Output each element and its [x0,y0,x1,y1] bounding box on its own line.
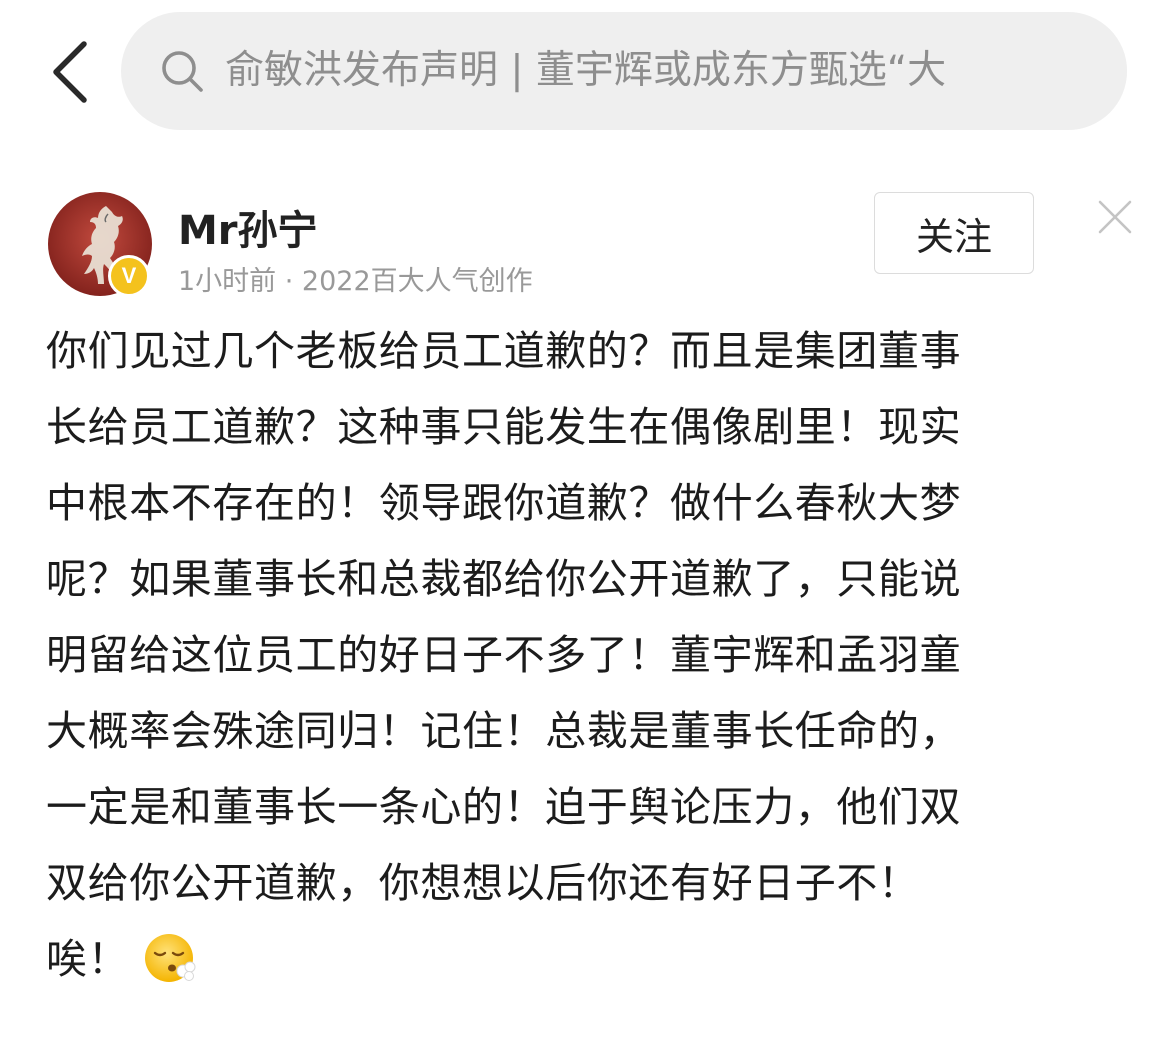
close-button[interactable] [1094,196,1136,238]
verified-badge: V [108,255,150,297]
exhaling-face-emoji-icon [145,934,196,982]
post-text-line: 一定是和董事长一条心的！迫于舆论压力，他们双 [46,783,962,831]
post-text-line: 呢？如果董事长和总裁都给你公开道歉了，只能说 [46,555,962,603]
post-text-line: 双给你公开道歉，你想想以后你还有好日子不！ [46,859,920,907]
meta-fade-overlay [540,256,910,296]
post-body: 你们见过几个老板给员工道歉的？而且是集团董事 长给员工道歉？这种事只能发生在偶像… [46,313,1136,997]
close-icon [1098,200,1132,234]
post-text-line: 你们见过几个老板给员工道歉的？而且是集团董事 [46,327,962,375]
back-button[interactable] [40,34,100,110]
post-text-last-line: 唉！ [46,921,1136,997]
post-text-line: 大概率会殊途同归！记住！总裁是董事长任命的， [46,707,962,755]
follow-button[interactable]: 关注 [874,192,1034,274]
search-fade [1037,12,1127,130]
post-text-line: 唉！ [46,935,130,983]
post-text-line: 长给员工道歉？这种事只能发生在偶像剧里！现实 [46,403,962,451]
post-text-line: 中根本不存在的！领导跟你道歉？做什么春秋大梦 [46,479,962,527]
chevron-left-icon [53,41,87,103]
post-text-line: 明留给这位员工的好日子不多了！董宇辉和孟羽童 [46,631,962,679]
post-meta: 1小时前 · 2022百大人气创作 [178,266,533,297]
search-bar[interactable]: 俞敏洪发布声明 | 董宇辉或成东方甄选“大 [121,12,1127,130]
search-icon [162,51,203,92]
search-query-text: 俞敏洪发布声明 | 董宇辉或成东方甄选“大 [225,48,947,93]
author-name[interactable]: Mr孙宁 [178,198,318,256]
